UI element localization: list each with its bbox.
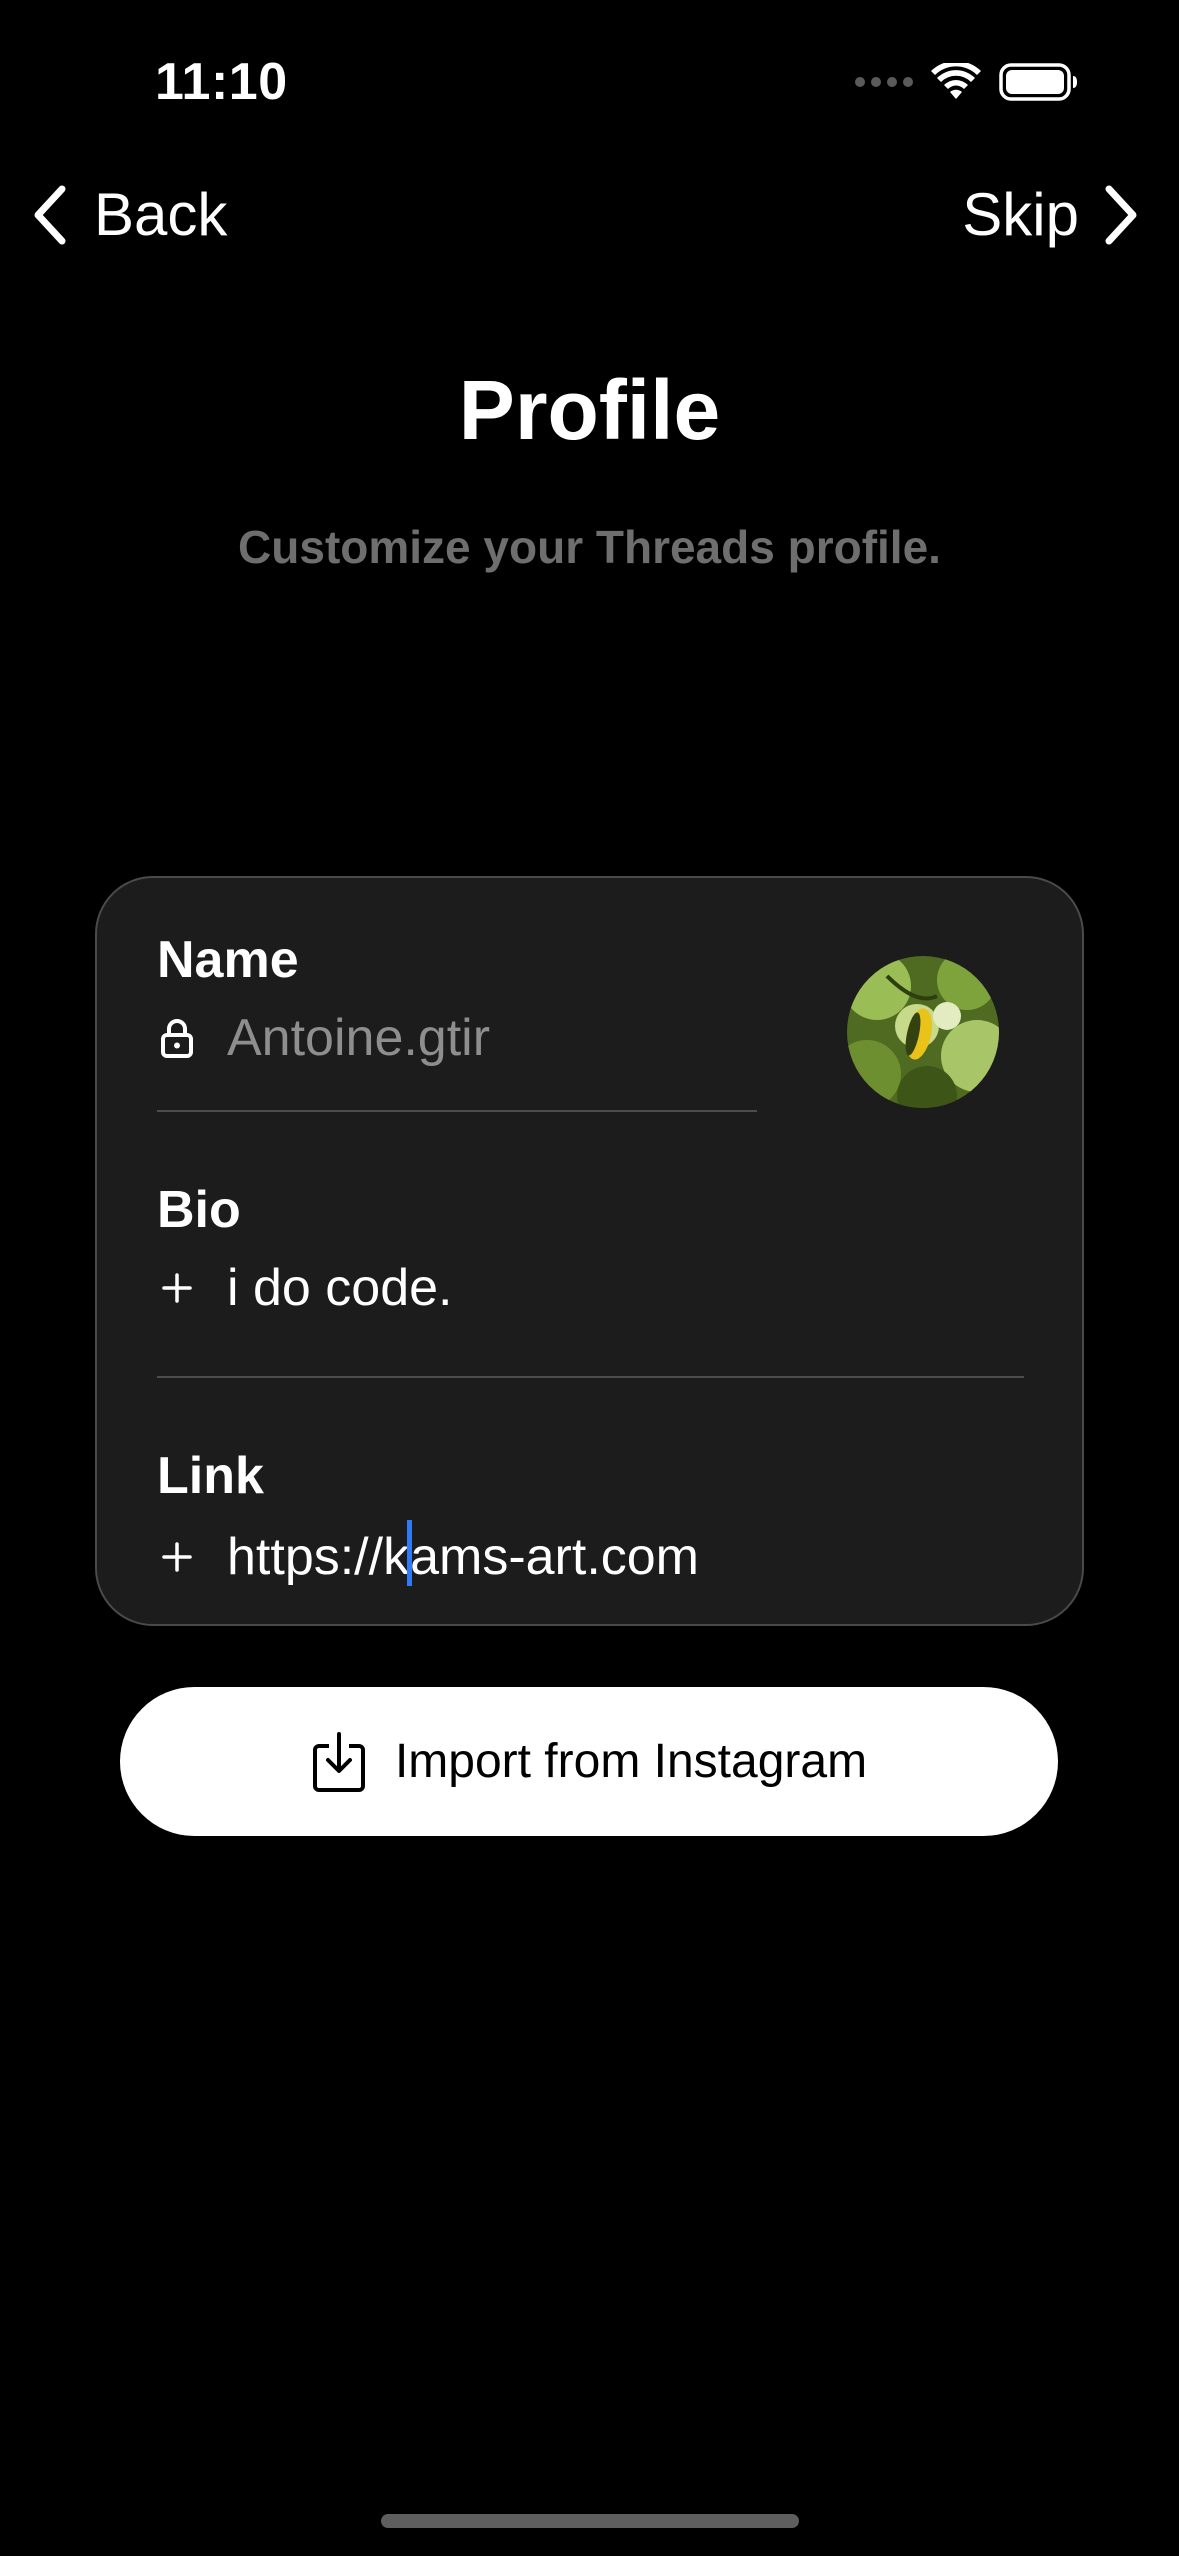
page-title: Profile (458, 363, 721, 457)
bio-label: Bio (157, 1181, 241, 1239)
avatar[interactable] (847, 956, 999, 1108)
bio-divider (157, 1376, 1024, 1378)
back-button[interactable]: Back (30, 180, 227, 249)
chevron-left-icon (34, 185, 66, 244)
chevron-right-icon (1105, 185, 1137, 244)
skip-label: Skip (962, 181, 1079, 248)
profile-card: Name Antoine.gtir Bio i do code. Link ht… (95, 876, 1084, 1626)
lock-icon (157, 1018, 197, 1058)
page-subtitle: Customize your Threads profile. (238, 521, 941, 573)
battery-icon (999, 63, 1077, 101)
name-divider (157, 1110, 757, 1112)
status-time: 11:10 (155, 53, 288, 111)
name-field: Antoine.gtir (157, 1008, 490, 1068)
status-indicators (855, 62, 1079, 102)
import-button-label: Import from Instagram (394, 1735, 868, 1788)
plus-icon (157, 1541, 197, 1573)
link-value-after-cursor: ams-art.com (410, 1528, 699, 1586)
cellular-signal-icon (855, 77, 913, 87)
link-value-before-cursor: https://k (227, 1528, 410, 1586)
text-cursor (407, 1520, 413, 1586)
import-download-icon (312, 1731, 365, 1792)
back-label: Back (94, 181, 228, 248)
link-label: Link (157, 1447, 264, 1505)
skip-button[interactable]: Skip (962, 180, 1141, 249)
wifi-icon (931, 63, 981, 99)
name-label: Name (157, 931, 299, 989)
bio-field[interactable]: i do code. (157, 1258, 453, 1318)
import-from-instagram-button[interactable]: Import from Instagram (120, 1687, 1058, 1836)
home-indicator[interactable] (381, 2514, 799, 2528)
name-value: Antoine.gtir (227, 1009, 491, 1067)
link-field[interactable]: https://k ams-art.com (157, 1520, 699, 1590)
bio-value: i do code. (227, 1259, 453, 1317)
plus-icon (157, 1272, 197, 1304)
